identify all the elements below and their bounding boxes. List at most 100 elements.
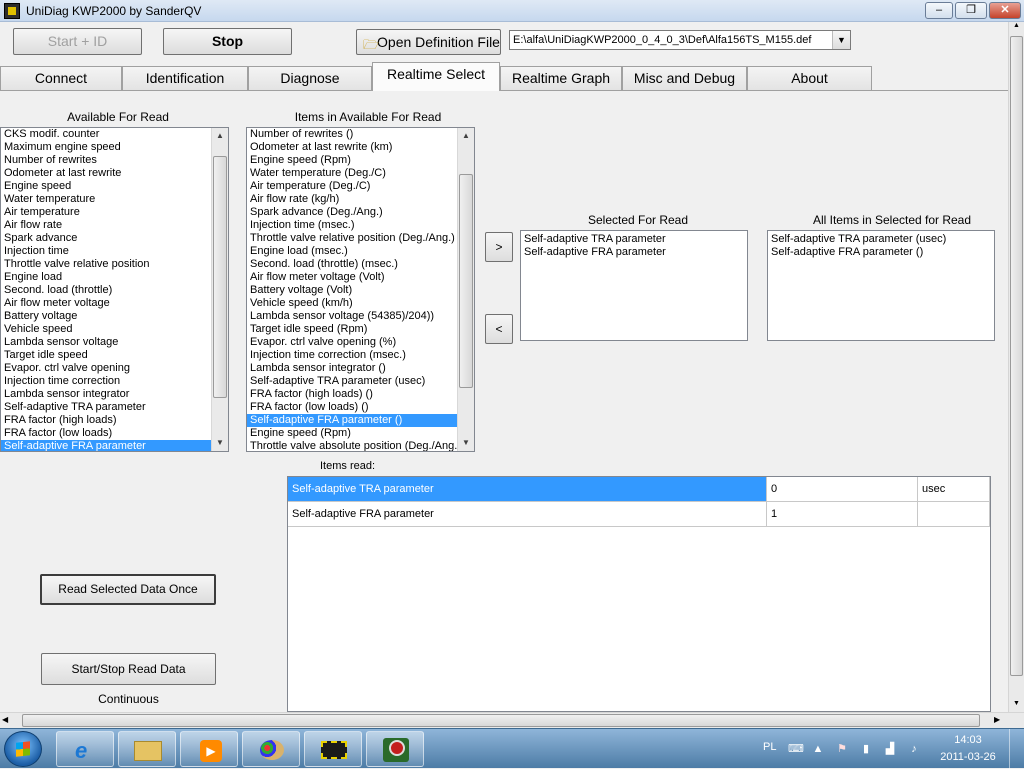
scroll-left-icon[interactable]: ◀ bbox=[2, 715, 14, 724]
list-item[interactable]: Maximum engine speed bbox=[1, 141, 228, 154]
list-item[interactable]: Self-adaptive FRA parameter bbox=[521, 246, 747, 259]
list-item[interactable]: Air temperature bbox=[1, 206, 228, 219]
paint-icon[interactable] bbox=[242, 731, 300, 767]
list-item[interactable]: Injection time correction bbox=[1, 375, 228, 388]
action-center-icon[interactable]: ⚑ bbox=[836, 743, 848, 755]
list-item[interactable]: Lambda sensor voltage bbox=[1, 336, 228, 349]
clock-date[interactable]: 2011-03-26 bbox=[938, 751, 998, 763]
tab-realtime-graph[interactable]: Realtime Graph bbox=[500, 66, 622, 90]
keyboard-icon[interactable]: ⌨ bbox=[788, 743, 804, 755]
scroll-down-icon[interactable]: ▼ bbox=[1009, 700, 1024, 712]
list-item[interactable]: CKS modif. counter bbox=[1, 128, 228, 141]
scroll-down-icon[interactable]: ▼ bbox=[212, 435, 228, 451]
read-once-button[interactable]: Read Selected Data Once bbox=[40, 574, 216, 605]
list-item[interactable]: FRA factor (low loads) () bbox=[247, 401, 474, 414]
list-item[interactable]: FRA factor (low loads) bbox=[1, 427, 228, 440]
items-available-list[interactable]: Number of rewrites () Odometer at last re… bbox=[246, 127, 475, 452]
tab-about[interactable]: About bbox=[747, 66, 872, 90]
list-item[interactable]: Air flow rate (kg/h) bbox=[247, 193, 474, 206]
list-item[interactable]: Second. load (throttle) (msec.) bbox=[247, 258, 474, 271]
list-item[interactable]: Self-adaptive FRA parameter bbox=[1, 440, 228, 451]
language-indicator[interactable]: PL bbox=[763, 741, 776, 753]
chevron-down-icon[interactable]: ▼ bbox=[832, 31, 850, 49]
move-right-button[interactable]: > bbox=[485, 232, 513, 262]
list-item[interactable]: Target idle speed (Rpm) bbox=[247, 323, 474, 336]
list-item[interactable]: Injection time correction (msec.) bbox=[247, 349, 474, 362]
list-item[interactable]: Target idle speed bbox=[1, 349, 228, 362]
list-item[interactable]: Number of rewrites () bbox=[247, 128, 474, 141]
list-item[interactable]: Engine load (msec.) bbox=[247, 245, 474, 258]
list-item[interactable]: Engine load bbox=[1, 271, 228, 284]
list-item[interactable]: Air flow meter voltage bbox=[1, 297, 228, 310]
list-item[interactable]: Spark advance (Deg./Ang.) bbox=[247, 206, 474, 219]
minimize-button[interactable]: ‒ bbox=[925, 2, 953, 19]
tab-diagnose[interactable]: Diagnose bbox=[248, 66, 372, 90]
scroll-up-icon[interactable]: ▲ bbox=[1009, 22, 1024, 34]
list-item[interactable]: Water temperature bbox=[1, 193, 228, 206]
list-item[interactable]: Vehicle speed (km/h) bbox=[247, 297, 474, 310]
list-item[interactable]: Self-adaptive TRA parameter bbox=[1, 401, 228, 414]
scroll-up-icon[interactable]: ▲ bbox=[458, 128, 474, 144]
tab-identification[interactable]: Identification bbox=[122, 66, 248, 90]
all-selected-list[interactable]: Self-adaptive TRA parameter (usec) Self-a… bbox=[767, 230, 995, 341]
list-item[interactable]: Vehicle speed bbox=[1, 323, 228, 336]
media-player-icon[interactable]: ▶ bbox=[180, 731, 238, 767]
list-item[interactable]: Self-adaptive FRA parameter () bbox=[768, 246, 994, 259]
list-item[interactable]: Odometer at last rewrite bbox=[1, 167, 228, 180]
list-item[interactable]: Throttle valve absolute position (Deg./A… bbox=[247, 440, 474, 451]
scroll-thumb[interactable] bbox=[459, 174, 473, 388]
list-item[interactable]: Lambda sensor voltage (54385)/204)) bbox=[247, 310, 474, 323]
tab-connect[interactable]: Connect bbox=[0, 66, 122, 90]
list-item[interactable]: Air flow meter voltage (Volt) bbox=[247, 271, 474, 284]
tab-misc-debug[interactable]: Misc and Debug bbox=[622, 66, 747, 90]
available-scrollbar[interactable]: ▲ ▼ bbox=[211, 128, 228, 451]
list-item[interactable]: Throttle valve relative position bbox=[1, 258, 228, 271]
open-definition-button[interactable]: 🗁 Open Definition File bbox=[356, 29, 501, 55]
items-available-scrollbar[interactable]: ▲ ▼ bbox=[457, 128, 474, 451]
list-item[interactable]: Battery voltage bbox=[1, 310, 228, 323]
battery-icon[interactable]: ▮ bbox=[860, 743, 872, 755]
tab-realtime-select[interactable]: Realtime Select bbox=[372, 62, 500, 91]
definition-file-select[interactable]: E:\alfa\UniDiagKWP2000_0_4_0_3\Def\Alfa1… bbox=[509, 30, 851, 50]
table-row[interactable]: Self-adaptive FRA parameter 1 bbox=[288, 502, 990, 527]
list-item[interactable]: Injection time (msec.) bbox=[247, 219, 474, 232]
scroll-up-icon[interactable]: ▲ bbox=[212, 128, 228, 144]
list-item[interactable]: Lambda sensor integrator () bbox=[247, 362, 474, 375]
list-item[interactable]: Evapor. ctrl valve opening (%) bbox=[247, 336, 474, 349]
list-item[interactable]: Self-adaptive TRA parameter (usec) bbox=[768, 233, 994, 246]
list-item[interactable]: Engine speed bbox=[1, 180, 228, 193]
available-list[interactable]: CKS modif. counter Maximum engine speed Nu… bbox=[0, 127, 229, 452]
list-item[interactable]: FRA factor (high loads) () bbox=[247, 388, 474, 401]
list-item[interactable]: Air flow rate bbox=[1, 219, 228, 232]
list-item[interactable]: Self-adaptive TRA parameter (usec) bbox=[247, 375, 474, 388]
list-item[interactable]: Air temperature (Deg./C) bbox=[247, 180, 474, 193]
maximize-button[interactable]: ❐ bbox=[955, 2, 987, 19]
scroll-right-icon[interactable]: ▶ bbox=[994, 715, 1006, 724]
close-button[interactable]: ✕ bbox=[989, 2, 1021, 19]
volume-icon[interactable]: ♪ bbox=[908, 743, 920, 755]
fiat-diag-icon[interactable] bbox=[366, 731, 424, 767]
show-hidden-icons-icon[interactable]: ▲ bbox=[812, 743, 824, 755]
list-item[interactable]: Throttle valve relative position (Deg./A… bbox=[247, 232, 474, 245]
move-left-button[interactable]: < bbox=[485, 314, 513, 344]
read-continuous-button[interactable]: Start/Stop Read Data Continuous bbox=[41, 653, 216, 706]
start-id-button[interactable]: Start + ID bbox=[13, 28, 142, 55]
network-signal-icon[interactable]: ▟ bbox=[884, 743, 896, 755]
selected-list[interactable]: Self-adaptive TRA parameter Self-adaptive… bbox=[520, 230, 748, 341]
form-vertical-scrollbar[interactable]: ▲ ▼ bbox=[1008, 22, 1024, 712]
list-item[interactable]: Engine speed (Rpm) bbox=[247, 154, 474, 167]
scroll-thumb[interactable] bbox=[213, 156, 227, 398]
list-item[interactable]: Battery voltage (Volt) bbox=[247, 284, 474, 297]
list-item[interactable]: FRA factor (high loads) bbox=[1, 414, 228, 427]
list-item[interactable]: Self-adaptive FRA parameter () bbox=[247, 414, 474, 427]
list-item[interactable]: Second. load (throttle) bbox=[1, 284, 228, 297]
clock-time[interactable]: 14:03 bbox=[938, 734, 998, 746]
table-row[interactable]: Self-adaptive TRA parameter 0 usec bbox=[288, 477, 990, 502]
list-item[interactable]: Engine speed (Rpm) bbox=[247, 427, 474, 440]
form-horizontal-scrollbar[interactable]: ◀ ▶ bbox=[0, 712, 1024, 728]
form-hscroll-thumb[interactable] bbox=[22, 714, 980, 727]
list-item[interactable]: Injection time bbox=[1, 245, 228, 258]
list-item[interactable]: Lambda sensor integrator bbox=[1, 388, 228, 401]
unidiag-chip-icon[interactable] bbox=[304, 731, 362, 767]
list-item[interactable]: Odometer at last rewrite (km) bbox=[247, 141, 474, 154]
